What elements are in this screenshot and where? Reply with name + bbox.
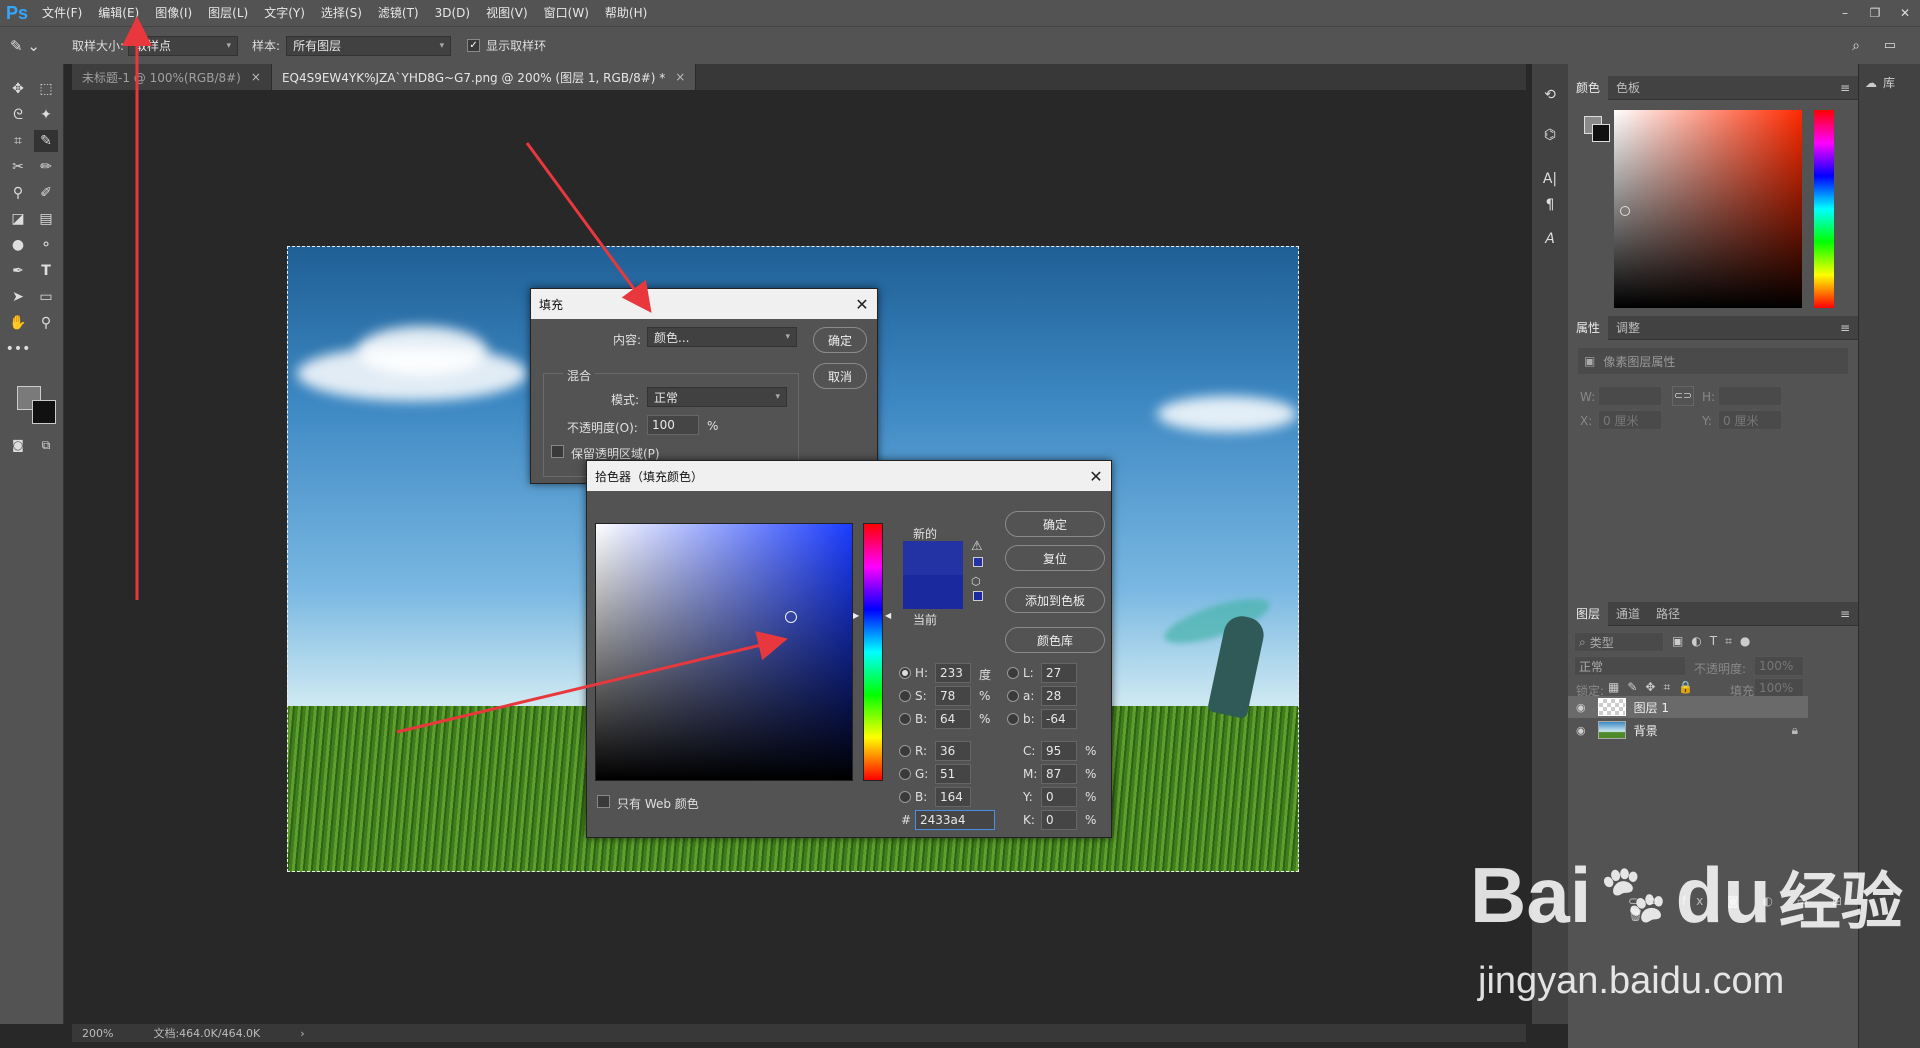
photoshop-window: { "app": {"logo": "Ps"}, "menubar": { "i… (0, 0, 1920, 1048)
watermark-url: jingyan.baidu.com (1478, 960, 1785, 1002)
baidu-watermark: Bai 🐾︎ du 经验 jingyan.baidu.com (1470, 850, 1910, 1020)
paw-icon: 🐾︎ (1595, 862, 1672, 929)
arrow-to-fill-dialog (525, 142, 652, 313)
arrow-to-color-field (396, 630, 788, 734)
watermark-cn: 经验 (1778, 867, 1903, 937)
watermark-brand-du: du (1675, 851, 1771, 939)
watermark-brand: Bai (1470, 851, 1592, 939)
